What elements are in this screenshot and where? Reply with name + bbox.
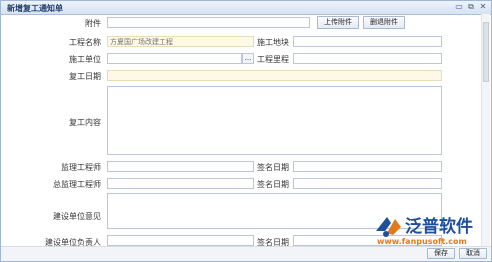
sign-date-1-input[interactable] bbox=[293, 161, 442, 172]
brand-logo-icon bbox=[376, 217, 401, 237]
sign-date-1-label: 签名日期 bbox=[257, 163, 289, 172]
project-mileage-input[interactable] bbox=[293, 53, 442, 64]
attachment-label: 附件 bbox=[85, 19, 101, 28]
supervisor-engineer-input[interactable] bbox=[107, 161, 254, 172]
restore-icon[interactable]: ▭ bbox=[455, 3, 463, 11]
delete-attachment-button[interactable]: 删退附件 bbox=[363, 16, 405, 29]
resume-content-textarea[interactable] bbox=[107, 86, 442, 155]
vertical-scrollbar[interactable] bbox=[481, 14, 490, 260]
chief-supervisor-input[interactable] bbox=[107, 178, 254, 189]
attachment-input[interactable] bbox=[107, 17, 310, 28]
resume-date-label: 复工日期 bbox=[69, 72, 101, 81]
supervisor-engineer-label: 监理工程师 bbox=[61, 163, 101, 172]
close-icon[interactable]: ✕ bbox=[479, 3, 487, 11]
cancel-button[interactable]: 取消 bbox=[459, 248, 487, 259]
construction-unit-label: 施工单位 bbox=[69, 55, 101, 64]
resume-date-input[interactable] bbox=[107, 70, 442, 81]
brand-name: 泛普软件 bbox=[405, 217, 473, 237]
chief-supervisor-label: 总监理工程师 bbox=[53, 180, 101, 189]
project-name-input[interactable] bbox=[107, 36, 254, 47]
resume-content-label: 复工内容 bbox=[69, 118, 101, 127]
project-mileage-label: 工程里程 bbox=[257, 55, 289, 64]
sign-date-2-label: 签名日期 bbox=[257, 180, 289, 189]
sign-date-2-input[interactable] bbox=[293, 178, 442, 189]
dialog-title: 新增复工通知单 bbox=[7, 4, 63, 13]
title-bar: 新增复工通知单 ▭ ⧉ ✕ bbox=[1, 1, 491, 15]
dialog-footer: 保存 取消 bbox=[1, 246, 491, 261]
construction-site-label: 施工地块 bbox=[257, 38, 289, 47]
owner-opinion-label: 建设单位意见 bbox=[53, 212, 101, 221]
construction-site-input[interactable] bbox=[293, 36, 442, 47]
project-name-label: 工程名称 bbox=[69, 38, 101, 47]
save-button[interactable]: 保存 bbox=[427, 248, 455, 259]
scrollbar-thumb[interactable] bbox=[483, 22, 489, 82]
upload-attachment-button[interactable]: 上传附件 bbox=[317, 16, 359, 29]
maximize-icon[interactable]: ⧉ bbox=[467, 3, 475, 11]
construction-unit-input[interactable] bbox=[107, 53, 242, 64]
owner-rep-input[interactable] bbox=[107, 235, 254, 246]
brand-url: www.fanpusoft.com bbox=[377, 237, 467, 246]
notice-dialog: 新增复工通知单 ▭ ⧉ ✕ 附件 上传附件 删退附件 工程名称 施工地块 施工单… bbox=[0, 0, 492, 262]
